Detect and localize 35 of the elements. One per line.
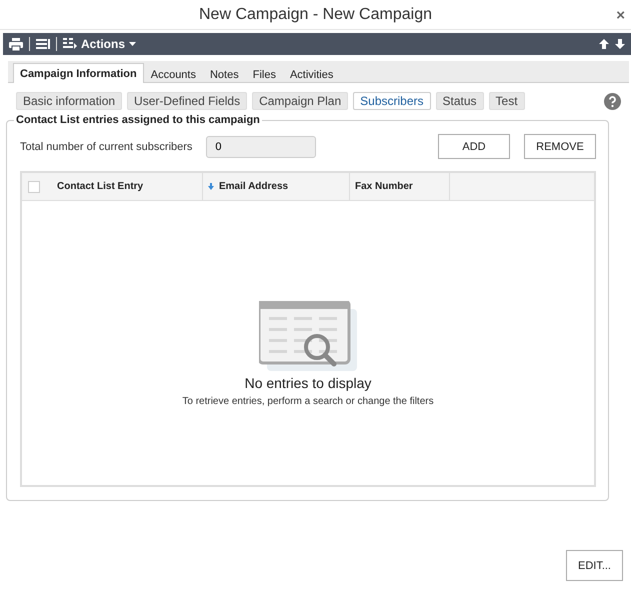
help-icon[interactable] <box>604 92 621 110</box>
tab[interactable]: Campaign Information <box>13 63 144 83</box>
up-arrow-icon[interactable] <box>599 39 609 49</box>
list-icon[interactable] <box>36 39 50 49</box>
sub-tab[interactable]: User-Defined Fields <box>127 92 248 110</box>
close-button[interactable]: × <box>616 7 625 24</box>
column-header-cell[interactable]: Fax Number <box>350 173 450 200</box>
total-label: Total number of current subscribers <box>20 140 192 152</box>
action-button[interactable]: REMOVE <box>524 134 596 159</box>
sort-arrow-icon <box>208 183 214 190</box>
print-icon[interactable] <box>9 38 23 50</box>
group-legend: Contact List entries assigned to this campaign <box>14 114 262 126</box>
total-field[interactable]: 0 <box>206 136 316 158</box>
checkbox[interactable] <box>28 180 40 192</box>
empty-title: No entries to display <box>244 375 372 391</box>
actions-menu[interactable]: Actions <box>63 37 136 51</box>
column-header-cell[interactable]: Contact List Entry <box>57 173 203 200</box>
tab[interactable]: Files <box>246 65 283 83</box>
empty-hint: To retrieve entries, perform a search or change the filters <box>182 396 434 407</box>
caret-icon <box>129 42 136 46</box>
sub-tab[interactable]: Status <box>436 92 484 110</box>
sub-tab[interactable]: Campaign Plan <box>252 92 348 110</box>
tab[interactable]: Accounts <box>144 65 203 83</box>
down-arrow-icon[interactable] <box>615 39 625 49</box>
empty-table-icon <box>259 301 357 371</box>
action-button[interactable]: ADD <box>438 134 510 159</box>
list-icon <box>63 38 77 50</box>
edit-button[interactable]: EDIT... <box>566 550 623 581</box>
tab[interactable]: Notes <box>202 65 246 83</box>
window-title: New Campaign - New Campaign <box>199 6 432 24</box>
sub-tab[interactable]: Basic information <box>16 92 122 110</box>
column-header-cell[interactable]: Email Address <box>203 173 350 200</box>
sub-tab[interactable]: Subscribers <box>353 92 431 110</box>
sub-tab[interactable]: Test <box>488 92 525 110</box>
tab[interactable]: Activities <box>282 65 340 83</box>
